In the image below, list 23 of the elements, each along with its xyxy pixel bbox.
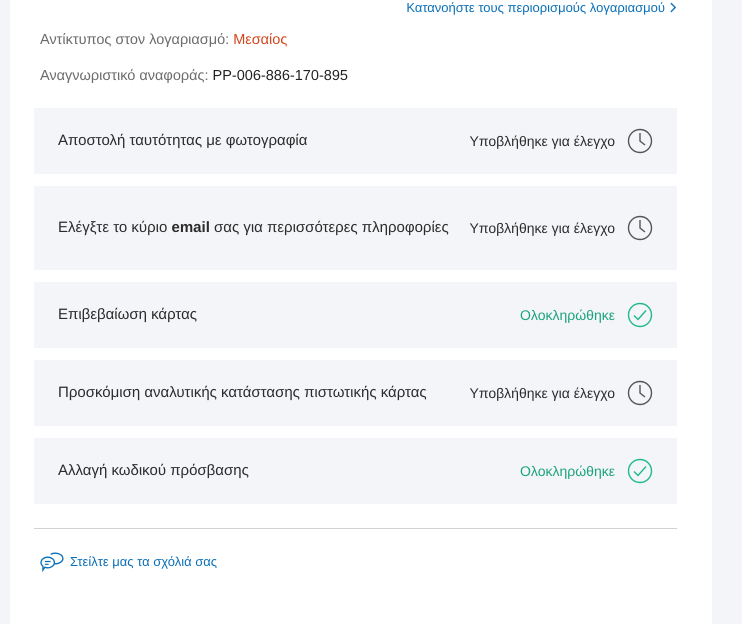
chat-bubbles-icon — [40, 551, 65, 572]
step-status: Υποβλήθηκε για έλεγχο — [470, 220, 615, 236]
step-status: Υποβλήθηκε για έλεγχο — [470, 385, 615, 401]
step-title: Ελέγξτε το κύριο email σας για περισσότερες πληροφορίες — [58, 219, 449, 237]
reference-value: PP-006-886-170-895 — [212, 68, 348, 84]
feedback-link[interactable]: Στείλτε μας τα σχόλιά σας — [40, 551, 218, 572]
clock-icon — [627, 215, 653, 241]
reference-label: Αναγνωριστικό αναφοράς: — [40, 68, 209, 84]
step-title: Επιβεβαίωση κάρτας — [58, 306, 198, 324]
chevron-right-icon — [670, 2, 677, 13]
impact-value: Μεσαίος — [233, 32, 288, 48]
impact-label: Αντίκτυπος στον λογαριασμό: — [40, 32, 230, 48]
checkmark-circle-icon — [627, 458, 653, 484]
clock-icon — [627, 128, 653, 154]
step-status: Ολοκληρώθηκε — [520, 307, 615, 323]
step-status: Υποβλήθηκε για έλεγχο — [470, 133, 615, 149]
step-title: Αλλαγή κωδικού πρόσβασης — [58, 462, 249, 480]
step-title: Αποστολή ταυτότητας με φωτογραφία — [58, 132, 308, 150]
step-title: Προσκόμιση αναλυτικής κατάστασης πιστωτικής κάρτας — [58, 384, 427, 402]
step-status: Ολοκληρώθηκε — [520, 463, 615, 479]
checkmark-circle-icon — [627, 302, 653, 328]
account-limits-link[interactable]: Κατανοήστε τους περιορισμούς λογαριασμού — [406, 0, 677, 15]
clock-icon — [627, 380, 653, 406]
